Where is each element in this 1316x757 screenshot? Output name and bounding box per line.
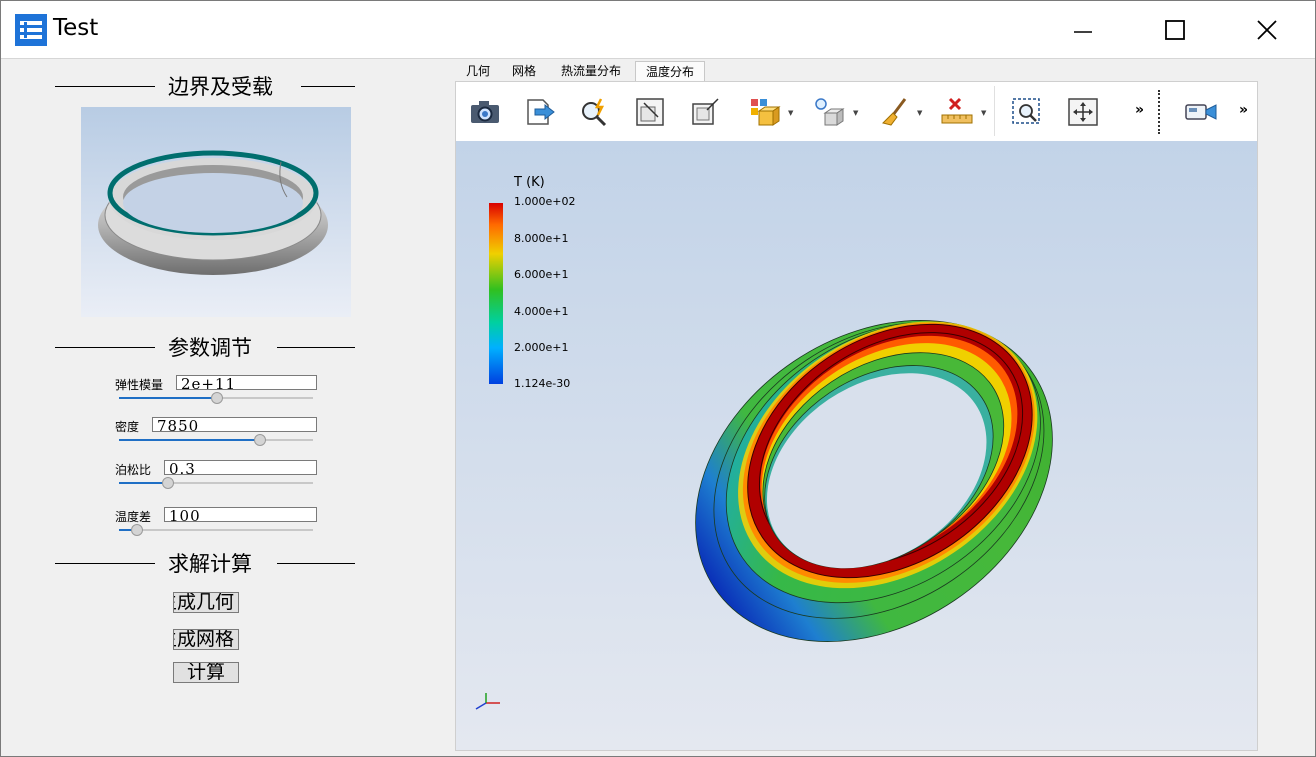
- temperature-diff-slider[interactable]: [119, 524, 313, 536]
- solve-section-title: 求解计算: [168, 552, 252, 576]
- window-title: Test: [53, 15, 99, 41]
- tab-heat-flux[interactable]: 热流量分布: [547, 61, 635, 80]
- close-button[interactable]: [1221, 1, 1313, 58]
- slider-handle[interactable]: [254, 434, 266, 446]
- interact-select-icon[interactable]: [577, 94, 613, 130]
- camera-icon[interactable]: [467, 94, 503, 130]
- zoom-to-data-icon[interactable]: [687, 94, 723, 130]
- solve-section-header: 求解计算: [55, 548, 355, 578]
- density-label: 密度: [115, 420, 140, 434]
- slider-handle[interactable]: [162, 477, 174, 489]
- chevron-down-icon[interactable]: ▼: [981, 109, 986, 117]
- compute-button[interactable]: 计算: [173, 662, 239, 683]
- poisson-ratio-label: 泊松比: [115, 463, 152, 477]
- render-view-frame: ▼ ▼ ▼ ▼ » » T (K) 1.000e+02 8.000e+1 6.0…: [455, 81, 1258, 751]
- boundary-preview-image: [81, 107, 351, 317]
- elastic-modulus-label: 弹性模量: [115, 378, 164, 392]
- close-icon: [1257, 19, 1277, 40]
- density-slider[interactable]: [119, 434, 313, 446]
- toolbar-separator: [994, 86, 995, 136]
- 3d-viewport[interactable]: T (K) 1.000e+02 8.000e+1 6.000e+1 4.000e…: [456, 141, 1257, 750]
- reset-camera-icon[interactable]: [632, 94, 668, 130]
- divider: [55, 563, 155, 564]
- pan-icon[interactable]: [1065, 94, 1101, 130]
- temperature-diff-input[interactable]: 100: [164, 507, 317, 522]
- temperature-diff-label: 温度差: [115, 510, 152, 524]
- divider: [55, 347, 155, 348]
- chevron-down-icon[interactable]: ▼: [788, 109, 793, 117]
- camera-settings-icon[interactable]: [1183, 94, 1219, 130]
- tab-mesh[interactable]: 网格: [501, 61, 547, 80]
- title-bar: Test: [1, 1, 1315, 59]
- more-tools-icon[interactable]: »: [1239, 102, 1248, 118]
- boundary-section-header: 边界及受载: [55, 71, 355, 101]
- minimize-icon: [1074, 30, 1092, 33]
- export-icon[interactable]: [522, 94, 558, 130]
- toolbar-separator: [1158, 90, 1160, 134]
- minimize-button[interactable]: [1037, 1, 1129, 58]
- temperature-ring-render: [695, 320, 1053, 642]
- ruler-icon[interactable]: [939, 94, 975, 130]
- clear-icon[interactable]: [875, 94, 911, 130]
- show-hide-icon[interactable]: [747, 94, 783, 130]
- tab-geometry[interactable]: 几何: [455, 61, 501, 80]
- zoom-box-icon[interactable]: [1009, 94, 1045, 130]
- view-toolbar: ▼ ▼ ▼ ▼ » »: [456, 82, 1257, 141]
- boundary-section-title: 边界及受载: [168, 75, 273, 99]
- maximize-icon: [1165, 19, 1185, 40]
- slider-handle[interactable]: [211, 392, 223, 404]
- params-section-title: 参数调节: [168, 336, 252, 360]
- app-icon: [15, 14, 47, 46]
- app-window: Test 边界及受载 参数调节 弹性模量 2e+11 密度 7850 泊松比 0…: [0, 0, 1316, 757]
- more-tools-icon[interactable]: »: [1135, 102, 1144, 118]
- poisson-ratio-input[interactable]: 0.3: [164, 460, 317, 475]
- divider: [277, 563, 355, 564]
- orientation-axes-icon: [475, 693, 500, 710]
- divider: [277, 347, 355, 348]
- chevron-down-icon[interactable]: ▼: [917, 109, 922, 117]
- tab-temperature[interactable]: 温度分布: [635, 61, 705, 81]
- elastic-modulus-slider[interactable]: [119, 392, 313, 404]
- light-icon[interactable]: [811, 94, 847, 130]
- elastic-modulus-input[interactable]: 2e+11: [176, 375, 317, 390]
- slider-handle[interactable]: [131, 524, 143, 536]
- poisson-ratio-slider[interactable]: [119, 477, 313, 489]
- generate-geometry-button[interactable]: 生成几何: [173, 592, 239, 613]
- divider: [301, 86, 355, 87]
- chevron-down-icon[interactable]: ▼: [853, 109, 858, 117]
- density-input[interactable]: 7850: [152, 417, 317, 432]
- params-section-header: 参数调节: [55, 332, 355, 362]
- generate-mesh-button[interactable]: 生成网格: [173, 629, 239, 650]
- maximize-button[interactable]: [1129, 1, 1221, 58]
- divider: [55, 86, 155, 87]
